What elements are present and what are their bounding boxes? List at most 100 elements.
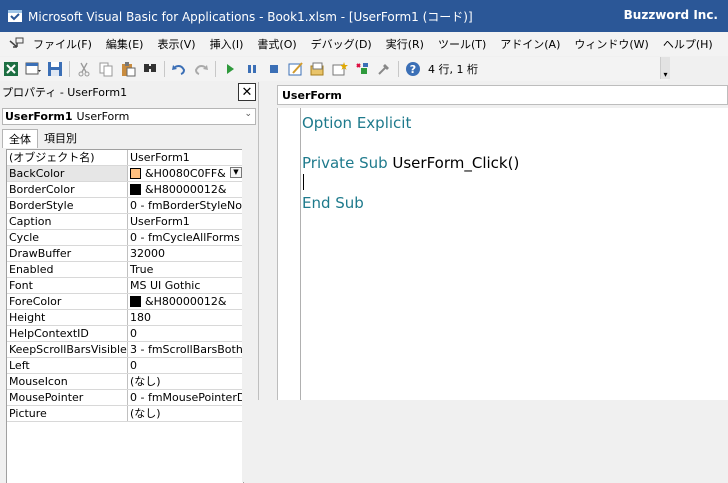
menu-help[interactable]: ヘルプ(H) (656, 36, 720, 52)
property-grid-scrollbar[interactable] (242, 149, 256, 482)
chevron-down-icon: ⌄ (244, 109, 252, 119)
property-row[interactable]: Cycle 0 - fmCycleAllForms (7, 230, 243, 246)
object-type: UserForm (76, 110, 130, 123)
tab-categorized[interactable]: 項目別 (38, 129, 83, 147)
cursor-position: 4 行, 1 桁 (428, 63, 478, 76)
properties-window-icon[interactable] (330, 59, 350, 79)
close-icon[interactable]: ✕ (238, 83, 256, 101)
property-value: 32000 (130, 247, 165, 260)
property-value-container[interactable]: &H80000012& (128, 182, 243, 197)
properties-title: プロパティ - UserForm1 (2, 86, 128, 99)
code-editor[interactable]: Option Explicit Private Sub UserForm_Cli… (277, 108, 728, 400)
color-swatch (130, 296, 141, 307)
toolbar-separator (215, 61, 216, 77)
property-row[interactable]: Caption UserForm1 (7, 214, 243, 230)
excel-view-icon[interactable] (1, 59, 21, 79)
property-value: 0 (130, 359, 137, 372)
copy-icon[interactable] (96, 59, 116, 79)
tab-alphabetic[interactable]: 全体 (2, 129, 38, 148)
undo-icon[interactable] (169, 59, 189, 79)
property-row[interactable]: Picture (なし) (7, 406, 243, 422)
property-row[interactable]: (オブジェクト名) UserForm1 (7, 150, 243, 166)
properties-title-bar: プロパティ - UserForm1 ✕ (0, 82, 258, 102)
property-row[interactable]: Font MS UI Gothic (7, 278, 243, 294)
property-row[interactable]: Enabled True (7, 262, 243, 278)
property-value: 0 - fmBorderStyleNone (130, 199, 243, 212)
property-value-container[interactable]: &H80000012& (128, 294, 243, 309)
help-icon[interactable]: ? (403, 59, 423, 79)
save-icon[interactable] (45, 59, 65, 79)
paste-icon[interactable] (118, 59, 138, 79)
property-value-container[interactable]: &H0080C0FF& ▼ (128, 166, 243, 181)
title-bar: Microsoft Visual Basic for Applications … (0, 0, 728, 32)
property-name: DrawBuffer (7, 246, 128, 261)
menu-edit[interactable]: 編集(E) (99, 36, 151, 52)
menu-debug[interactable]: デバッグ(D) (304, 36, 379, 52)
property-row[interactable]: ForeColor &H80000012& (7, 294, 243, 310)
brand-label: Buzzword Inc. (623, 8, 718, 22)
property-name: Enabled (7, 262, 128, 277)
property-name: HelpContextID (7, 326, 128, 341)
menu-tools[interactable]: ツール(T) (431, 36, 493, 52)
menu-file[interactable]: ファイル(F) (26, 36, 99, 52)
property-row[interactable]: Left 0 (7, 358, 243, 374)
property-row[interactable]: MousePointer0 - fmMousePointerDefault (7, 390, 243, 406)
property-row[interactable]: HelpContextID 0 (7, 326, 243, 342)
menu-bar: ファイル(F) 編集(E) 表示(V) 挿入(I) 書式(O) デバッグ(D) … (0, 32, 728, 56)
code-margin (300, 108, 301, 400)
redo-icon[interactable] (191, 59, 211, 79)
property-name: Picture (7, 406, 128, 421)
menu-run[interactable]: 実行(R) (379, 36, 431, 52)
insert-userform-icon[interactable] (23, 59, 43, 79)
property-name: ForeColor (7, 294, 128, 309)
property-name: (オブジェクト名) (7, 150, 128, 165)
property-row[interactable]: DrawBuffer 32000 (7, 246, 243, 262)
dropdown-arrow-icon[interactable]: ▼ (230, 167, 242, 178)
property-value: UserForm1 (130, 215, 190, 228)
property-value: 3 - fmScrollBarsBoth (130, 343, 243, 356)
toolbox-icon[interactable] (374, 59, 394, 79)
property-value: True (130, 263, 154, 276)
design-mode-icon[interactable] (286, 59, 306, 79)
menu-format[interactable]: 書式(O) (250, 36, 303, 52)
toolbar-separator (398, 61, 399, 77)
property-name: MousePointer (7, 390, 128, 405)
color-swatch (130, 184, 141, 195)
property-name: BorderColor (7, 182, 128, 197)
find-icon[interactable] (140, 59, 160, 79)
object-browser-icon[interactable] (352, 59, 372, 79)
property-row[interactable]: MouseIcon (なし) (7, 374, 243, 390)
properties-pane: プロパティ - UserForm1 ✕ UserForm1 UserForm ⌄… (0, 82, 258, 483)
property-row[interactable]: Height 180 (7, 310, 243, 326)
object-dropdown[interactable]: UserForm (277, 85, 728, 105)
break-icon[interactable] (242, 59, 262, 79)
keyword-private-sub: Private Sub (302, 154, 388, 172)
reset-icon[interactable] (264, 59, 284, 79)
object-select[interactable]: UserForm1 UserForm ⌄ (2, 108, 256, 125)
property-value: &H80000012& (145, 295, 227, 308)
property-row[interactable]: BorderStyle0 - fmBorderStyleNone (7, 198, 243, 214)
object-name: UserForm1 (5, 110, 73, 123)
property-name: Left (7, 358, 128, 373)
property-value: 180 (130, 311, 151, 324)
project-explorer-icon[interactable] (308, 59, 328, 79)
menu-addins[interactable]: アドイン(A) (493, 36, 567, 52)
property-row[interactable]: KeepScrollBarsVisible 3 - fmScrollBarsBot… (7, 342, 243, 358)
pane-splitter[interactable] (258, 82, 267, 400)
property-value: (なし) (130, 375, 161, 388)
run-icon[interactable] (220, 59, 240, 79)
property-grid: (オブジェクト名) UserForm1 BackColor &H0080C0FF& ▼… (6, 149, 244, 483)
property-row[interactable]: BorderColor &H80000012& (7, 182, 243, 198)
property-value: &H0080C0FF& (145, 167, 226, 180)
toolbar-separator (69, 61, 70, 77)
menu-insert[interactable]: 挿入(I) (203, 36, 251, 52)
menu-view[interactable]: 表示(V) (150, 36, 202, 52)
code-window: UserForm Option Explicit Private Sub Use… (267, 82, 728, 400)
cut-icon[interactable] (74, 59, 94, 79)
sub-name: UserForm_Click() (387, 154, 520, 172)
property-row[interactable]: BackColor &H0080C0FF& ▼ (7, 166, 243, 182)
toolbar-overflow-icon[interactable]: ▾ (660, 57, 670, 79)
property-name: Height (7, 310, 128, 325)
menu-window[interactable]: ウィンドウ(W) (567, 36, 655, 52)
code-line-sub-declaration: Private Sub UserForm_Click() (302, 154, 519, 172)
